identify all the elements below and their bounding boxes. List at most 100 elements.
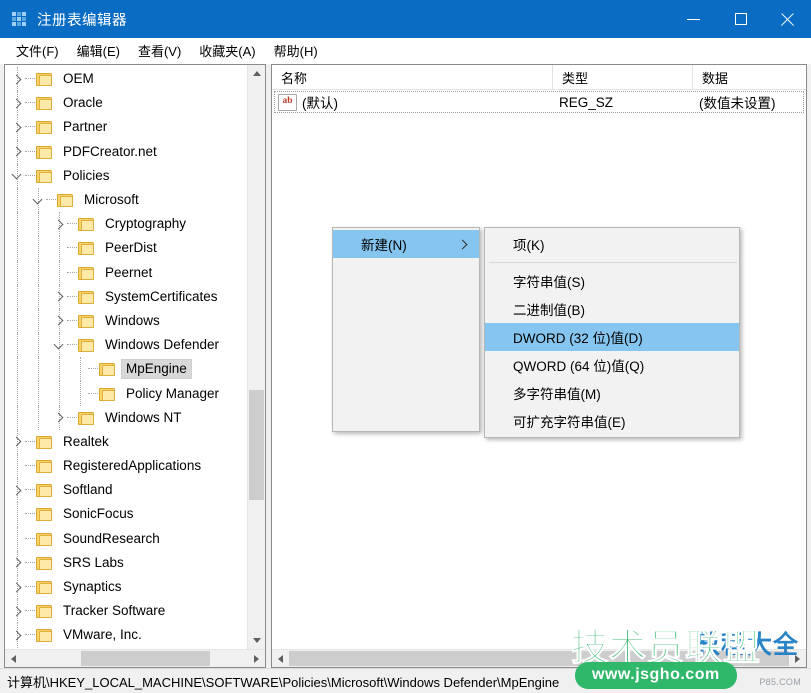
menu-file[interactable]: 文件(F) [7, 38, 68, 64]
folder-icon [78, 217, 95, 231]
values-hscroll-thumb[interactable] [289, 651, 789, 666]
tree-connector [67, 223, 77, 225]
menu-view[interactable]: 查看(V) [129, 38, 190, 64]
close-icon [780, 12, 795, 27]
tree-node-systemcertificates[interactable]: SystemCertificates [5, 285, 247, 309]
tree-connector [67, 344, 77, 346]
menu-favorites[interactable]: 收藏夹(A) [190, 38, 264, 64]
column-header-type[interactable]: 类型 [553, 65, 693, 89]
tree-vertical-scrollbar[interactable] [247, 65, 265, 649]
maximize-button[interactable] [717, 0, 764, 38]
context-menu-new-submenu[interactable]: 项(K) 字符串值(S) 二进制值(B) DWORD (32 位)值(D) QWORD … [484, 227, 740, 438]
tree-node-policies[interactable]: Policies [5, 164, 247, 188]
tree-connector [46, 199, 56, 201]
tree-node-label: SonicFocus [59, 505, 138, 523]
tree-node-oracle[interactable]: Oracle [5, 91, 247, 115]
tree-scroll-right-button[interactable] [248, 650, 265, 667]
tree-horizontal-scrollbar[interactable] [5, 649, 265, 667]
tree-scroll-up-button[interactable] [248, 65, 265, 82]
values-scroll-left-button[interactable] [272, 650, 289, 667]
tree-scroll-left-button[interactable] [5, 650, 22, 667]
minimize-button[interactable] [670, 0, 717, 38]
tree-node-label: MpEngine [122, 360, 191, 378]
tree-node-sonicfocus[interactable]: SonicFocus [5, 502, 247, 526]
tree-connector [25, 538, 35, 540]
context-menu-item-2[interactable]: 二进制值(B) [485, 295, 739, 323]
tree-node-windows-defender[interactable]: Windows Defender [5, 333, 247, 357]
context-menu-item-6[interactable]: 可扩充字符串值(E) [485, 407, 739, 435]
context-menu-item-label: QWORD (64 位)值(Q) [513, 355, 644, 375]
values-hscroll-track[interactable] [289, 650, 789, 667]
tree-node-registeredapplications[interactable]: RegisteredApplications [5, 454, 247, 478]
tree-node-windows[interactable]: Windows [5, 309, 247, 333]
folder-icon [78, 266, 95, 280]
values-horizontal-scrollbar[interactable] [272, 649, 806, 667]
tree-node-windows-nt[interactable]: Windows NT [5, 406, 247, 430]
tree-scroll-thumb[interactable] [249, 390, 264, 500]
tree-node-softland[interactable]: Softland [5, 478, 247, 502]
tree-node-peerdist[interactable]: PeerDist [5, 236, 247, 260]
table-row[interactable]: ab (默认) REG_SZ (数值未设置) [274, 91, 804, 113]
folder-icon [36, 145, 53, 159]
menu-edit[interactable]: 编辑(E) [68, 38, 129, 64]
column-header-data[interactable]: 数据 [693, 65, 806, 89]
tree-connector [88, 393, 98, 395]
menu-help[interactable]: 帮助(H) [265, 38, 327, 64]
tree-connector [25, 634, 35, 636]
context-menu-item-5[interactable]: 多字符串值(M) [485, 379, 739, 407]
tree-node-tracker-software[interactable]: Tracker Software [5, 599, 247, 623]
tree-node-mpengine[interactable]: MpEngine [5, 357, 247, 381]
tree-node-peernet[interactable]: Peernet [5, 261, 247, 285]
tree-node-srs-labs[interactable]: SRS Labs [5, 551, 247, 575]
value-name-cell: ab (默认) [274, 92, 551, 112]
tree-node-soundresearch[interactable]: SoundResearch [5, 527, 247, 551]
tree-node-synaptics[interactable]: Synaptics [5, 575, 247, 599]
tree-node-cryptography[interactable]: Cryptography [5, 212, 247, 236]
window-controls [670, 0, 811, 38]
tree-node-label: Policy Manager [122, 385, 223, 403]
title-bar: 注册表编辑器 [0, 0, 811, 38]
tree-node-policy-manager[interactable]: Policy Manager [5, 381, 247, 405]
close-button[interactable] [764, 0, 811, 38]
tree-node-pdfcreator-net[interactable]: PDFCreator.net [5, 140, 247, 164]
chevron-down-icon [253, 638, 261, 643]
context-menu-item-new[interactable]: 新建(N) [333, 230, 479, 258]
tree-guide-line [17, 309, 18, 333]
tree-node-realtek[interactable]: Realtek [5, 430, 247, 454]
folder-icon [78, 338, 95, 352]
registry-tree[interactable]: OEM Oracle PartnerPDFCreator.netPoliciesMi… [5, 65, 247, 649]
tree-connector [25, 102, 35, 104]
tree-guide-line [38, 333, 39, 357]
tree-scroll-host: OEM Oracle PartnerPDFCreator.netPoliciesMi… [5, 65, 265, 649]
tree-guide-line [80, 357, 81, 381]
tree-guide-line [17, 406, 18, 430]
tree-connector [25, 441, 35, 443]
context-menu-item-3[interactable]: DWORD (32 位)值(D) [485, 323, 739, 351]
tree-node-label: Cryptography [101, 215, 190, 233]
folder-icon [36, 532, 53, 546]
context-menu-item-4[interactable]: QWORD (64 位)值(Q) [485, 351, 739, 379]
tree-node-label: Windows Defender [101, 336, 223, 354]
tree-node-vmware-inc[interactable]: VMware, Inc. [5, 623, 247, 647]
tree-hscroll-track[interactable] [22, 650, 248, 667]
context-menu-item-1[interactable]: 字符串值(S) [485, 267, 739, 295]
tree-node-oem[interactable]: OEM [5, 67, 247, 91]
tree-node-microsoft[interactable]: Microsoft [5, 188, 247, 212]
tree-node-label: SystemCertificates [101, 288, 222, 306]
chevron-right-icon [458, 239, 468, 249]
values-scroll-right-button[interactable] [789, 650, 806, 667]
tree-hscroll-thumb[interactable] [81, 651, 210, 666]
tree-scroll-down-button[interactable] [248, 632, 265, 649]
tree-connector [67, 272, 77, 274]
tree-node-partner[interactable]: Partner [5, 115, 247, 139]
folder-icon [78, 411, 95, 425]
tree-guide-line [17, 212, 18, 236]
value-name-text: (默认) [302, 92, 338, 112]
context-menu-item-label: 二进制值(B) [513, 299, 585, 319]
column-header-name[interactable]: 名称 [272, 65, 553, 89]
context-menu-item-0[interactable]: 项(K) [485, 230, 739, 258]
tree-node-label: Oracle [59, 94, 107, 112]
status-bar: 计算机\HKEY_LOCAL_MACHINE\SOFTWARE\Policies… [0, 668, 811, 693]
tree-scroll-track[interactable] [248, 82, 265, 632]
context-menu-new[interactable]: 新建(N) [332, 227, 480, 432]
